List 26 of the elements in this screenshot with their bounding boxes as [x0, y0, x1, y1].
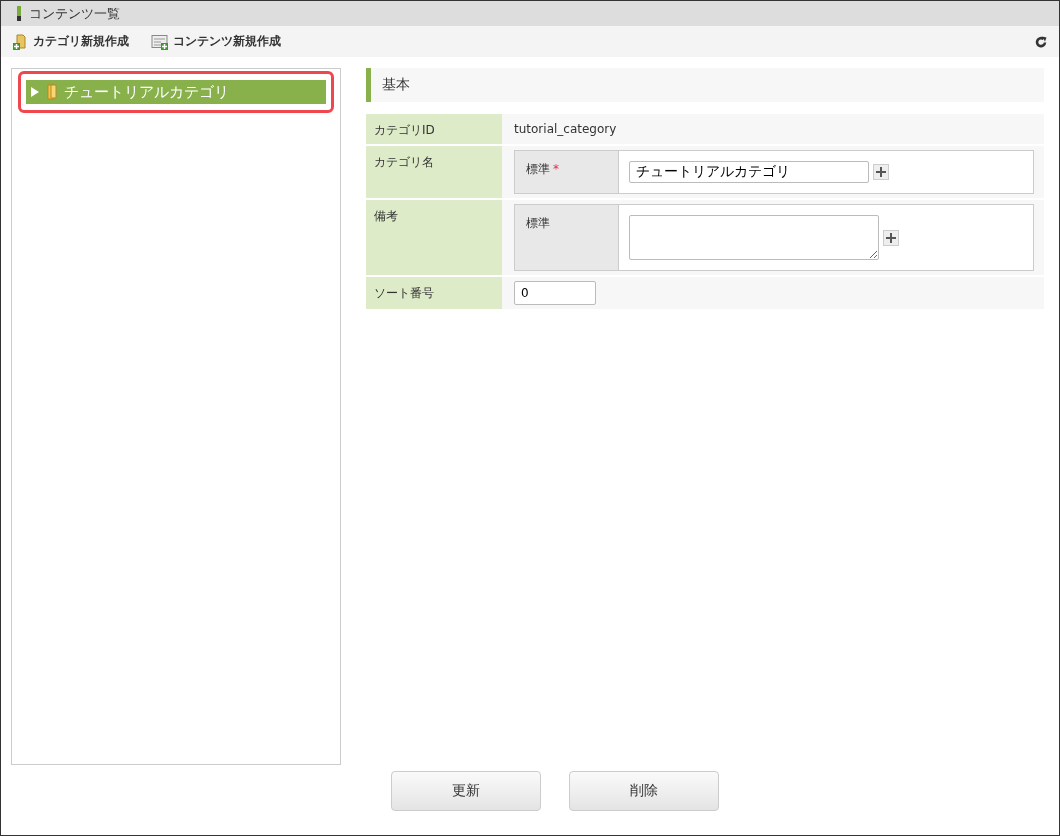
number-field[interactable]: 0: [514, 281, 596, 305]
required-mark: *: [553, 162, 559, 176]
document-add-icon: [151, 33, 169, 50]
plus-icon: [886, 232, 896, 243]
field-label: カテゴリ名: [374, 155, 434, 169]
language-label: 標準: [526, 216, 550, 230]
add-button[interactable]: [883, 229, 899, 246]
folder-icon: [46, 84, 58, 100]
refresh-icon[interactable]: [1035, 35, 1047, 48]
tree-item-label: チュートリアルカテゴリ: [64, 82, 229, 102]
action-button[interactable]: 更新: [391, 771, 541, 811]
add-button[interactable]: [873, 164, 889, 180]
section-title: 基本: [382, 76, 410, 94]
title-marker-icon: [17, 6, 21, 21]
toolbar-button[interactable]: コンテンツ新規作成: [151, 33, 281, 50]
language-label: 標準: [526, 162, 550, 176]
plus-icon: [876, 167, 886, 177]
field-value: tutorial_category: [514, 122, 617, 136]
text-field[interactable]: チュートリアルカテゴリ: [629, 161, 869, 183]
field-label: 備考: [374, 209, 398, 223]
field-label: ソート番号: [374, 286, 434, 300]
folder-add-icon: [13, 33, 29, 50]
action-button[interactable]: 削除: [569, 771, 719, 811]
field-label: カテゴリID: [374, 123, 435, 137]
window-title: コンテンツ一覧: [29, 4, 120, 23]
toolbar-button[interactable]: カテゴリ新規作成: [13, 33, 129, 50]
